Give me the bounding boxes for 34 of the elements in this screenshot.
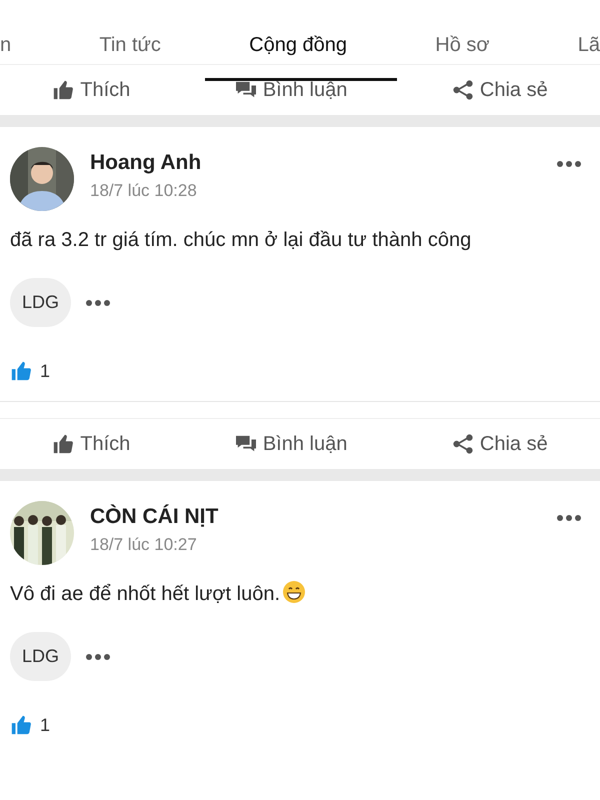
tab[interactable]: n [0,24,12,56]
like-count: 1 [40,714,50,736]
tag-chip[interactable]: LDG [10,632,72,681]
post-time: 18/7 lúc 10:27 [90,535,198,555]
share-button[interactable]: Chia sẻ [452,432,548,456]
share-button[interactable]: Chia sẻ [452,78,548,102]
comment-icon [234,80,257,100]
grinning-face-icon [282,580,306,604]
like-count-icon [10,714,32,736]
thumbs-up-icon [52,433,74,455]
comment-button[interactable]: Bình luận [234,432,348,456]
more-icon[interactable] [85,652,112,660]
author-name[interactable]: CÒN CÁI NỊT [90,505,540,529]
share-icon [452,433,474,455]
post-text: Vô đi ae để nhốt hết lượt luôn. [10,579,590,610]
tab[interactable]: Tin tức [99,24,161,56]
tag-chip[interactable]: LDG [10,278,72,327]
comment-button[interactable]: Bình luận [234,78,348,102]
more-icon[interactable] [556,514,582,522]
like-button[interactable]: Thích [52,78,130,102]
post-text: đã ra 3.2 tr giá tím. chúc mn ở lại đầu tư thành công [10,228,472,253]
tab[interactable]: Hồ sơ [435,24,490,56]
more-icon[interactable] [556,160,582,168]
tab[interactable]: Cộng đồng [249,24,348,56]
thumbs-up-icon [52,79,74,101]
comment-icon [234,434,257,454]
more-icon[interactable] [85,298,112,306]
like-count: 1 [40,360,50,382]
like-button[interactable]: Thích [52,432,130,456]
share-icon [452,79,474,101]
author-name[interactable]: Hoang Anh [90,151,540,175]
post-time: 18/7 lúc 10:28 [90,181,198,201]
tab[interactable]: Lã [578,24,600,56]
like-count-icon [10,360,32,382]
